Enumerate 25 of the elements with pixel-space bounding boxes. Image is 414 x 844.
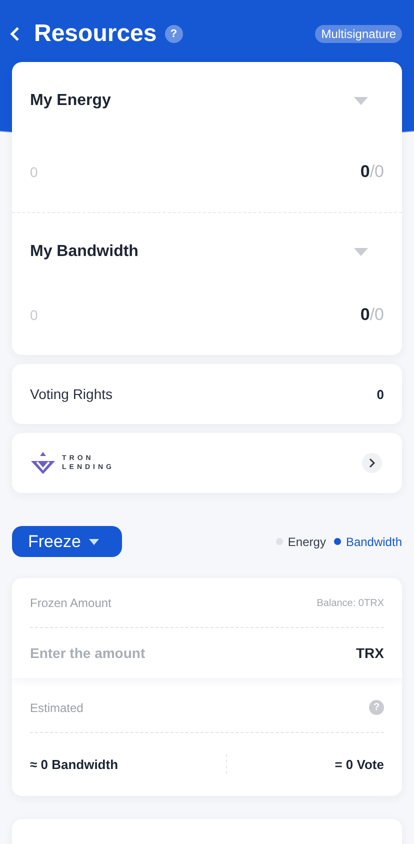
freeze-dropdown[interactable]: Freeze	[12, 526, 122, 557]
estimated-label: Estimated	[30, 700, 84, 714]
balance-text: Balance: 0TRX	[316, 598, 384, 608]
resource-radio[interactable]: Bandwidth	[334, 534, 402, 548]
vote-estimate: = 0 Vote	[334, 756, 384, 772]
back-icon	[10, 26, 20, 42]
voting-value: 0	[376, 386, 384, 402]
resource-current: 0	[30, 307, 38, 323]
bandwidth-estimate: ≈ 0 Bandwidth	[30, 756, 118, 772]
frozen-amount-label: Frozen Amount	[30, 596, 112, 610]
resource-radio[interactable]: Energy	[276, 534, 326, 548]
caret-icon	[88, 538, 99, 544]
chevron-button[interactable]	[362, 453, 382, 473]
diamond-logo-icon	[30, 450, 56, 476]
multisignature-button[interactable]: Multisignature	[315, 25, 402, 43]
voting-label: Voting Rights	[30, 386, 112, 402]
unit-label: TRX	[356, 645, 384, 661]
page-title: Resources	[34, 20, 157, 48]
resource-title: My Energy	[30, 92, 111, 110]
resource-reading: 0/0	[360, 162, 384, 182]
chevron-icon	[369, 458, 375, 468]
resource-title: My Bandwidth	[30, 243, 138, 261]
resource-current: 0	[30, 164, 38, 180]
resource-reading: 0/0	[360, 305, 384, 325]
help-icon[interactable]: ?	[164, 25, 183, 43]
